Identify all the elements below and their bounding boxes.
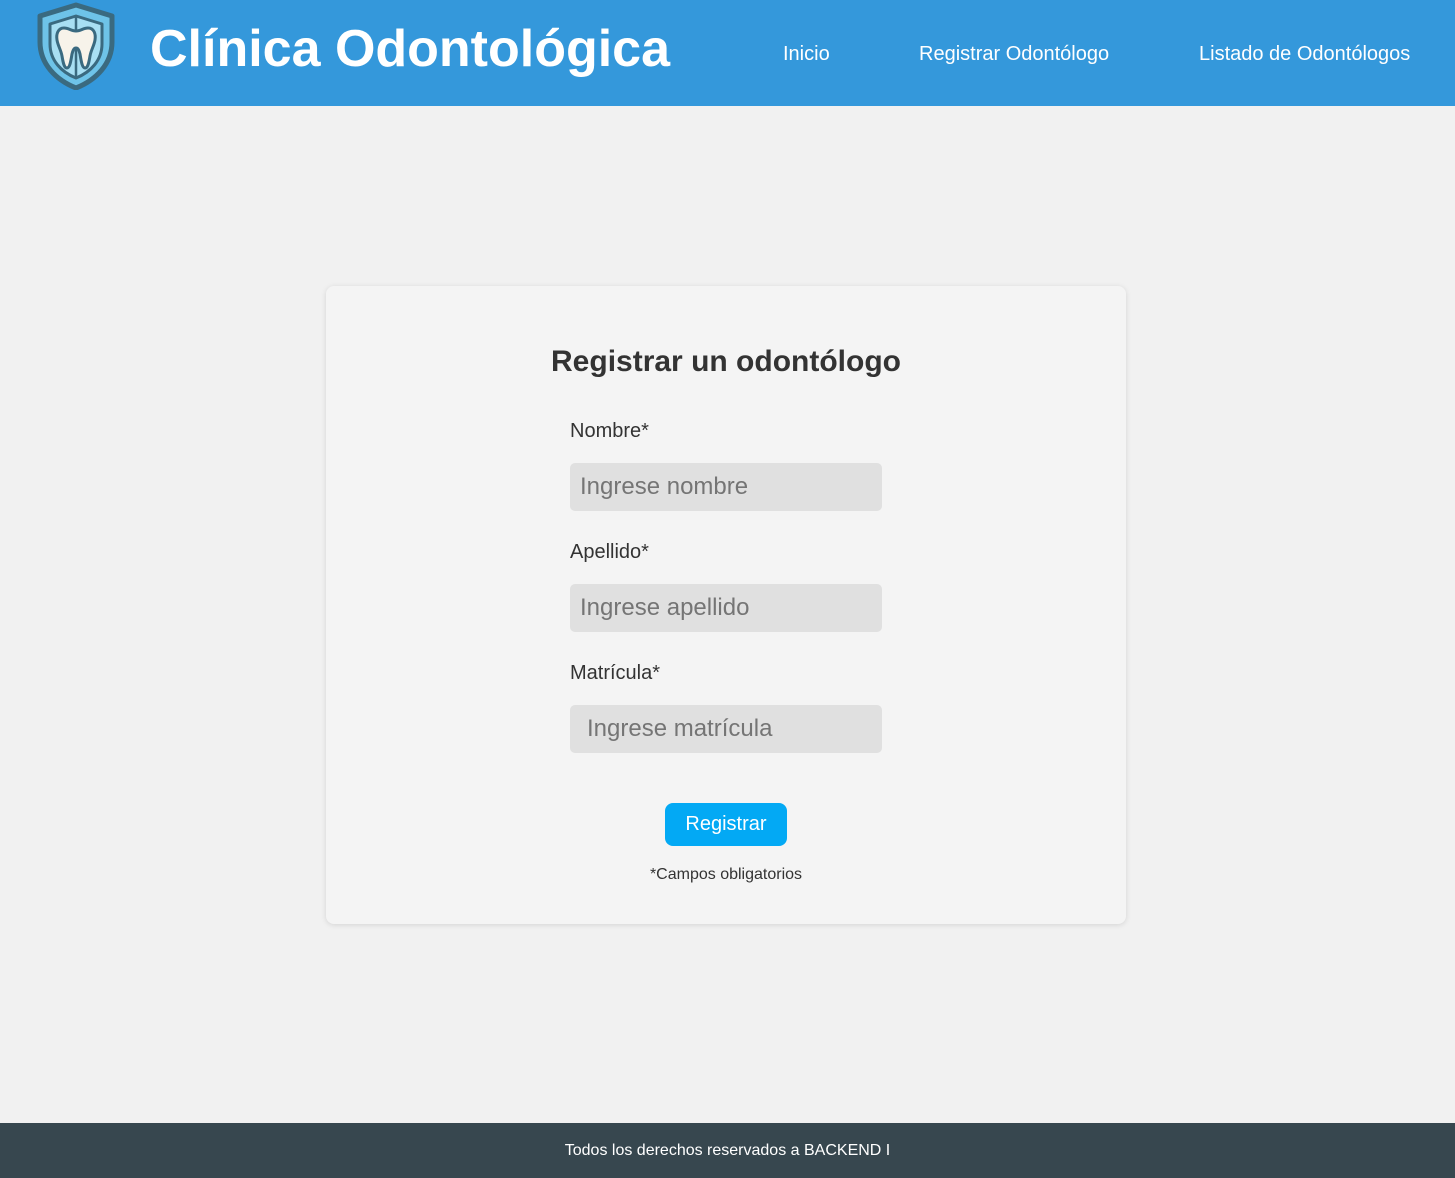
apellido-label: Apellido* bbox=[570, 541, 649, 563]
nav-link-listado-odontologos[interactable]: Listado de Odontólogos bbox=[1199, 42, 1410, 66]
footer-text: Todos los derechos reservados a BACKEND … bbox=[564, 1142, 891, 1159]
site-header: Clínica Odontológica Inicio Registrar Od… bbox=[0, 0, 1455, 106]
nav-link-registrar-odontologo[interactable]: Registrar Odontólogo bbox=[919, 42, 1109, 66]
register-form-card: Registrar un odontólogo Nombre* Apellido… bbox=[326, 286, 1126, 924]
required-fields-note: *Campos obligatorios bbox=[649, 866, 803, 883]
form-title: Registrar un odontólogo bbox=[551, 345, 901, 378]
nav-link-inicio[interactable]: Inicio bbox=[783, 42, 830, 66]
site-title: Clínica Odontológica bbox=[150, 20, 671, 78]
site-footer: Todos los derechos reservados a BACKEND … bbox=[0, 1123, 1455, 1178]
nombre-input[interactable] bbox=[570, 463, 882, 511]
matricula-label: Matrícula* bbox=[570, 662, 661, 684]
tooth-shield-icon[interactable] bbox=[34, 2, 118, 91]
apellido-input[interactable] bbox=[570, 584, 882, 632]
nombre-label: Nombre* bbox=[570, 420, 649, 442]
registrar-button[interactable]: Registrar bbox=[665, 803, 787, 846]
matricula-input[interactable] bbox=[570, 705, 882, 753]
